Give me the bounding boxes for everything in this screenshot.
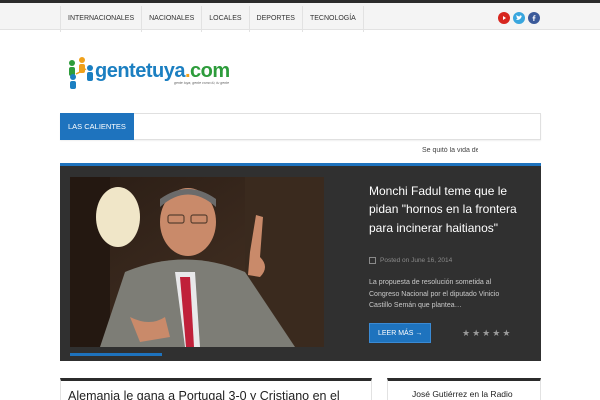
twitter-icon[interactable] — [513, 12, 525, 24]
featured-date: Posted on June 16, 2014 — [369, 257, 452, 264]
featured-image[interactable] — [70, 177, 324, 347]
featured-excerpt: La propuesta de resolución sometida al C… — [369, 279, 500, 309]
youtube-icon[interactable] — [498, 12, 510, 24]
nav-item-tecnologia[interactable]: TECNOLOGÍA — [301, 6, 364, 32]
star-icon: ★ — [462, 328, 471, 338]
sidebar-headline[interactable]: José Gutiérrez en la Radio — [412, 389, 513, 399]
star-icon: ★ — [492, 328, 501, 338]
sidebar-widget: José Gutiérrez en la Radio — [387, 378, 541, 400]
nav-item-locales[interactable]: LOCALES — [201, 6, 248, 32]
star-icon: ★ — [502, 328, 511, 338]
site-logo[interactable]: gentetuya.com gente tuya, gente como tú,… — [66, 56, 236, 90]
calendar-icon — [369, 257, 376, 264]
rating-stars: ★ ★ ★ ★ ★ — [462, 329, 510, 338]
nav-item-internacionales[interactable]: INTERNACIONALES — [60, 6, 141, 32]
slider-progress-bar[interactable] — [70, 353, 162, 356]
nav-item-deportes[interactable]: DEPORTES — [248, 6, 302, 32]
featured-date-text: Posted on June 16, 2014 — [380, 257, 453, 264]
post-card: Alemania le gana a Portugal 3-0 y Cristi… — [60, 378, 372, 400]
social-links — [498, 12, 540, 24]
hot-topics-bar: LAS CALIENTES — [60, 113, 541, 140]
nav-item-nacionales[interactable]: NACIONALES — [141, 6, 201, 32]
people-logo-icon — [69, 57, 93, 89]
read-more-button[interactable]: LEER MÁS → — [369, 323, 432, 343]
star-icon: ★ — [472, 328, 481, 338]
top-navigation: INTERNACIONALES NACIONALES LOCALES DEPOR… — [60, 6, 364, 32]
logo-wordmark: gentetuya.com — [95, 60, 230, 82]
news-ticker[interactable]: Se quitó la vida de — [422, 147, 478, 154]
featured-title[interactable]: Monchi Fadul teme que le pidan "hornos e… — [369, 182, 519, 237]
star-icon: ★ — [482, 328, 491, 338]
featured-slider: Monchi Fadul teme que le pidan "hornos e… — [60, 163, 541, 361]
logo-tagline: gente tuya, gente como tú, tu gente — [174, 81, 230, 85]
top-bar: INTERNACIONALES NACIONALES LOCALES DEPOR… — [0, 0, 600, 32]
facebook-icon[interactable] — [528, 12, 540, 24]
post-headline[interactable]: Alemania le gana a Portugal 3-0 y Cristi… — [68, 389, 340, 400]
hot-topics-label[interactable]: LAS CALIENTES — [60, 113, 134, 140]
